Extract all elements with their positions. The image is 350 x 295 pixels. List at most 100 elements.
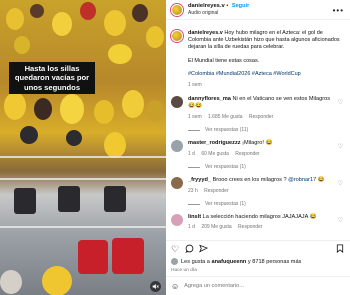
- like-comment-heart-icon[interactable]: ♡: [338, 180, 343, 187]
- comment-text: ¡Milagro!: [242, 140, 264, 146]
- post-date: Hace un día: [171, 268, 197, 273]
- crowd-fan: [0, 270, 22, 294]
- comment-item: linslt La selección haciendo milagros JA…: [171, 214, 347, 231]
- reply-button[interactable]: Responder: [238, 224, 262, 230]
- comment-username[interactable]: linslt: [188, 214, 201, 220]
- like-comment-heart-icon[interactable]: ♡: [338, 99, 343, 106]
- comment-time: 1 d: [188, 151, 195, 157]
- avatar[interactable]: [171, 258, 178, 265]
- stadium-railing: [0, 226, 166, 228]
- spectator-red-shirt: [78, 240, 108, 274]
- crowd-fan: [132, 4, 148, 22]
- post-author-username[interactable]: danielreyes.v: [188, 3, 225, 9]
- mute-button[interactable]: [150, 281, 161, 292]
- crowd-fan: [4, 92, 26, 120]
- liked-by-user[interactable]: anafuqueenn: [212, 259, 247, 265]
- caption-hashtags[interactable]: #Colombia #Mundial2026 #Azteca #WorldCup: [188, 71, 346, 78]
- avatar[interactable]: [171, 214, 183, 226]
- like-comment-heart-icon[interactable]: ♡: [338, 217, 343, 224]
- audio-label[interactable]: Audio original: [188, 10, 249, 16]
- more-options-icon[interactable]: •••: [333, 6, 344, 15]
- liked-by-row: Les gusta a anafuqueenn y 8718 personas …: [171, 258, 301, 265]
- comment-item: dannyflores_ma Ni en el Vaticano se ven …: [171, 96, 347, 134]
- crowd-fan: [52, 12, 72, 36]
- avatar[interactable]: [171, 96, 183, 108]
- crowd-fan: [6, 8, 24, 30]
- view-replies-button[interactable]: Ver respuestas (1): [188, 164, 338, 171]
- comment-likes[interactable]: 1.685 Me gusta: [208, 114, 242, 120]
- empty-wheelchair: [14, 188, 36, 214]
- comment-time: 1 d: [188, 224, 195, 230]
- share-icon[interactable]: [199, 244, 209, 255]
- reply-button[interactable]: Responder: [235, 151, 259, 157]
- comment-emoji: 😂😂: [188, 103, 202, 109]
- comment-username[interactable]: _fryyyd_: [188, 177, 211, 183]
- crowd-fan: [146, 100, 164, 122]
- instagram-post-window: Hasta los sillas quedaron vacías por uno…: [0, 0, 350, 295]
- crowd-fan: [60, 94, 84, 124]
- comment-mention[interactable]: @robnar17: [288, 177, 316, 183]
- crowd-fan: [80, 2, 96, 20]
- crowd-fan: [20, 126, 38, 144]
- heart-icon[interactable]: ♡: [171, 244, 179, 255]
- caption-username[interactable]: danielreyes.v: [188, 30, 223, 36]
- follow-button[interactable]: Seguir: [232, 3, 249, 9]
- comment-item: _fryyyd_ Brooo crees en los milagros ? @…: [171, 177, 347, 208]
- stadium-railing: [0, 156, 166, 158]
- liked-by-label: Les gusta a: [181, 258, 210, 265]
- comment-item: master_rodriguezzz ¡Milagro! 😂 1 d 60 Me…: [171, 140, 347, 171]
- crowd-fan: [66, 130, 82, 146]
- comment-emoji: 😂: [309, 214, 317, 220]
- video-media[interactable]: Hasta los sillas quedaron vacías por uno…: [0, 0, 166, 295]
- separator-dot: •: [226, 3, 229, 9]
- crowd-fan: [104, 10, 126, 36]
- view-replies-button[interactable]: Ver respuestas (11): [188, 127, 338, 134]
- spectator-red-shirt: [112, 238, 144, 274]
- add-comment-bar: ☺: [166, 276, 350, 295]
- like-comment-heart-icon[interactable]: ♡: [338, 143, 343, 150]
- avatar[interactable]: [171, 30, 183, 42]
- bookmark-icon[interactable]: [336, 244, 344, 255]
- comment-username[interactable]: dannyflores_ma: [188, 96, 231, 102]
- add-comment-input[interactable]: [184, 283, 335, 289]
- video-overlay-caption: Hasta los sillas quedaron vacías por uno…: [9, 62, 95, 95]
- empty-wheelchair: [104, 186, 126, 212]
- comment-username[interactable]: master_rodriguezzz: [188, 140, 241, 146]
- comment-likes[interactable]: 60 Me gusta: [201, 151, 229, 157]
- crowd-fan: [94, 100, 114, 124]
- post-header: danielreyes.v • Seguir Audio original ••…: [166, 0, 350, 20]
- avatar[interactable]: [171, 140, 183, 152]
- stadium-railing: [0, 178, 166, 180]
- comment-likes[interactable]: 209 Me gusta: [201, 224, 231, 230]
- crowd-fan: [108, 44, 132, 64]
- speaker-muted-icon: [152, 284, 159, 289]
- comment-text: La selección haciendo milagros JAJAJAJA: [202, 214, 309, 220]
- view-replies-button[interactable]: Ver respuestas (1): [188, 201, 338, 208]
- empty-wheelchair: [58, 186, 80, 212]
- reply-button[interactable]: Responder: [204, 188, 228, 194]
- reply-button[interactable]: Responder: [249, 114, 273, 120]
- comments-panel: danielreyes.v • Seguir Audio original ••…: [166, 0, 350, 295]
- comment-time: 23 h: [188, 188, 198, 194]
- crowd-fan: [146, 26, 164, 48]
- liked-by-rest[interactable]: y 8718 personas más: [248, 259, 301, 265]
- comment-emoji: 😂: [265, 140, 273, 146]
- crowd-fan: [104, 132, 126, 158]
- crowd-fan: [34, 98, 52, 120]
- caption-time: 1 sem: [188, 82, 202, 89]
- post-caption: danielreyes.v Hoy hubo milagro en el Azt…: [171, 30, 347, 89]
- comment-icon[interactable]: [185, 244, 194, 255]
- crowd-fan: [42, 266, 72, 295]
- post-actions-bar: ♡ Les gusta a anafuqueenn y 8718 persona…: [166, 240, 350, 273]
- crowd-fan: [14, 36, 30, 54]
- comment-time: 1 sem: [188, 114, 202, 120]
- comment-text: Brooo crees en los milagros ?: [212, 177, 287, 183]
- crowd-fan: [30, 4, 44, 18]
- avatar[interactable]: [171, 177, 183, 189]
- avatar[interactable]: [171, 3, 183, 16]
- crowd-fan: [122, 90, 144, 118]
- emoji-picker-icon[interactable]: ☺: [171, 282, 179, 291]
- comment-text: Ni en el Vaticano se ven estos Milagros: [232, 96, 330, 102]
- caption-text-secondary: El Mundial tiene estas cosas.: [188, 57, 260, 64]
- comment-emoji: 😂: [317, 177, 325, 183]
